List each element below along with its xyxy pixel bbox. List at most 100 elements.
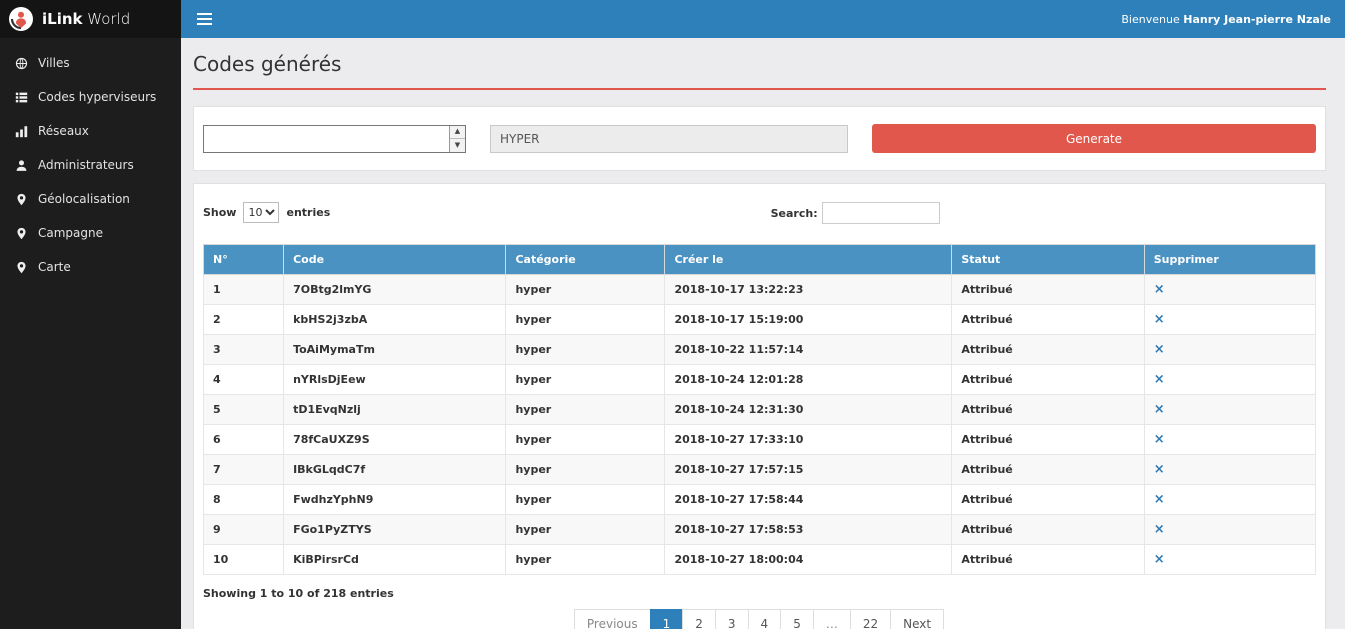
category-input bbox=[490, 125, 848, 153]
table-row: 7IBkGLqdC7fhyper2018-10-27 17:57:15Attri… bbox=[204, 455, 1316, 485]
table-info: Showing 1 to 10 of 218 entries bbox=[203, 587, 1316, 600]
page-button-5[interactable]: 5 bbox=[780, 609, 814, 629]
delete-icon[interactable]: × bbox=[1154, 372, 1165, 387]
created-cell: 2018-10-27 17:57:15 bbox=[665, 455, 952, 485]
code-cell: KiBPirsrCd bbox=[284, 545, 506, 575]
sidebar-item-campagne[interactable]: Campagne bbox=[0, 216, 181, 250]
delete-icon[interactable]: × bbox=[1154, 402, 1165, 417]
row-number: 10 bbox=[204, 545, 284, 575]
main-area: Bienvenue Hanry Jean-pierre Nzale Codes … bbox=[181, 0, 1345, 629]
column-header-creer-le[interactable]: Créer le bbox=[665, 245, 952, 275]
created-cell: 2018-10-24 12:31:30 bbox=[665, 395, 952, 425]
codes-table-panel: Show 10 entries Search: N°CodeCatégorieC… bbox=[193, 183, 1326, 629]
delete-icon[interactable]: × bbox=[1154, 522, 1165, 537]
page-button-previous: Previous bbox=[574, 609, 651, 629]
sidebar-item-codes-hyperviseurs[interactable]: Codes hyperviseurs bbox=[0, 80, 181, 114]
column-header-categorie[interactable]: Catégorie bbox=[506, 245, 665, 275]
row-number: 9 bbox=[204, 515, 284, 545]
codes-table: N°CodeCatégorieCréer leStatutSupprimer 1… bbox=[203, 244, 1316, 575]
app-logo-icon bbox=[8, 6, 34, 32]
table-header-row: N°CodeCatégorieCréer leStatutSupprimer bbox=[204, 245, 1316, 275]
row-number: 6 bbox=[204, 425, 284, 455]
delete-icon[interactable]: × bbox=[1154, 342, 1165, 357]
created-cell: 2018-10-27 17:33:10 bbox=[665, 425, 952, 455]
created-cell: 2018-10-24 12:01:28 bbox=[665, 365, 952, 395]
brand[interactable]: iLink World bbox=[0, 0, 181, 38]
delete-icon[interactable]: × bbox=[1154, 312, 1165, 327]
search-control: Search: bbox=[771, 202, 940, 224]
brand-text: iLink World bbox=[42, 10, 130, 28]
delete-cell: × bbox=[1144, 395, 1315, 425]
table-row: 10KiBPirsrCdhyper2018-10-27 18:00:04Attr… bbox=[204, 545, 1316, 575]
category-cell: hyper bbox=[506, 455, 665, 485]
delete-cell: × bbox=[1144, 305, 1315, 335]
table-row: 2kbHS2j3zbAhyper2018-10-17 15:19:00Attri… bbox=[204, 305, 1316, 335]
page-content: Codes générés ▲ ▼ Generate Show 10 bbox=[181, 38, 1345, 629]
delete-icon[interactable]: × bbox=[1154, 282, 1165, 297]
sidebar-item-label: Campagne bbox=[38, 226, 103, 240]
stepper-up-icon[interactable]: ▲ bbox=[450, 126, 465, 140]
sidebar-menu: VillesCodes hyperviseursRéseauxAdministr… bbox=[0, 38, 181, 284]
entries-label: entries bbox=[286, 206, 330, 219]
generate-button[interactable]: Generate bbox=[872, 124, 1316, 153]
code-cell: tD1EvqNzlj bbox=[284, 395, 506, 425]
page-button-1[interactable]: 1 bbox=[650, 609, 684, 629]
sidebar-item-administrateurs[interactable]: Administrateurs bbox=[0, 148, 181, 182]
page-button-3[interactable]: 3 bbox=[715, 609, 749, 629]
page-button-2[interactable]: 2 bbox=[682, 609, 716, 629]
category-cell: hyper bbox=[506, 365, 665, 395]
row-number: 3 bbox=[204, 335, 284, 365]
search-input[interactable] bbox=[822, 202, 940, 224]
sidebar-item-geolocalisation[interactable]: Géolocalisation bbox=[0, 182, 181, 216]
table-row: 4nYRlsDjEewhyper2018-10-24 12:01:28Attri… bbox=[204, 365, 1316, 395]
column-header-n[interactable]: N° bbox=[204, 245, 284, 275]
table-row: 5tD1EvqNzljhyper2018-10-24 12:31:30Attri… bbox=[204, 395, 1316, 425]
entries-length-control: Show 10 entries bbox=[203, 202, 1316, 223]
sidebar-item-reseaux[interactable]: Réseaux bbox=[0, 114, 181, 148]
delete-cell: × bbox=[1144, 425, 1315, 455]
code-cell: nYRlsDjEew bbox=[284, 365, 506, 395]
category-cell: hyper bbox=[506, 335, 665, 365]
hamburger-menu-icon[interactable] bbox=[195, 9, 214, 29]
sidebar-item-villes[interactable]: Villes bbox=[0, 46, 181, 80]
delete-cell: × bbox=[1144, 485, 1315, 515]
stepper-down-icon[interactable]: ▼ bbox=[450, 139, 465, 152]
code-cell: 78fCaUXZ9S bbox=[284, 425, 506, 455]
column-header-supprimer[interactable]: Supprimer bbox=[1144, 245, 1315, 275]
delete-icon[interactable]: × bbox=[1154, 462, 1165, 477]
sidebar-item-label: Géolocalisation bbox=[38, 192, 130, 206]
status-cell: Attribué bbox=[952, 335, 1144, 365]
entries-select[interactable]: 10 bbox=[243, 202, 279, 223]
bar-chart-icon bbox=[14, 125, 28, 138]
delete-cell: × bbox=[1144, 515, 1315, 545]
sidebar-item-carte[interactable]: Carte bbox=[0, 250, 181, 284]
column-header-code[interactable]: Code bbox=[284, 245, 506, 275]
page-button-22[interactable]: 22 bbox=[850, 609, 891, 629]
status-cell: Attribué bbox=[952, 515, 1144, 545]
page-button-ellipsis: … bbox=[813, 609, 851, 629]
row-number: 7 bbox=[204, 455, 284, 485]
list-icon bbox=[14, 91, 28, 104]
delete-icon[interactable]: × bbox=[1154, 432, 1165, 447]
delete-cell: × bbox=[1144, 545, 1315, 575]
status-cell: Attribué bbox=[952, 275, 1144, 305]
column-header-statut[interactable]: Statut bbox=[952, 245, 1144, 275]
show-label: Show bbox=[203, 206, 236, 219]
category-cell: hyper bbox=[506, 305, 665, 335]
row-number: 5 bbox=[204, 395, 284, 425]
delete-icon[interactable]: × bbox=[1154, 492, 1165, 507]
user-icon bbox=[14, 159, 28, 172]
page-button-next[interactable]: Next bbox=[890, 609, 944, 629]
created-cell: 2018-10-27 18:00:04 bbox=[665, 545, 952, 575]
created-cell: 2018-10-27 17:58:44 bbox=[665, 485, 952, 515]
delete-cell: × bbox=[1144, 455, 1315, 485]
page-button-4[interactable]: 4 bbox=[748, 609, 782, 629]
created-cell: 2018-10-17 15:19:00 bbox=[665, 305, 952, 335]
quantity-input[interactable] bbox=[204, 126, 449, 152]
category-cell: hyper bbox=[506, 515, 665, 545]
delete-icon[interactable]: × bbox=[1154, 552, 1165, 567]
map-marker-icon bbox=[14, 227, 28, 240]
quantity-stepper[interactable]: ▲ ▼ bbox=[203, 125, 466, 153]
code-generator-panel: ▲ ▼ Generate bbox=[193, 106, 1326, 171]
topbar: Bienvenue Hanry Jean-pierre Nzale bbox=[181, 0, 1345, 38]
